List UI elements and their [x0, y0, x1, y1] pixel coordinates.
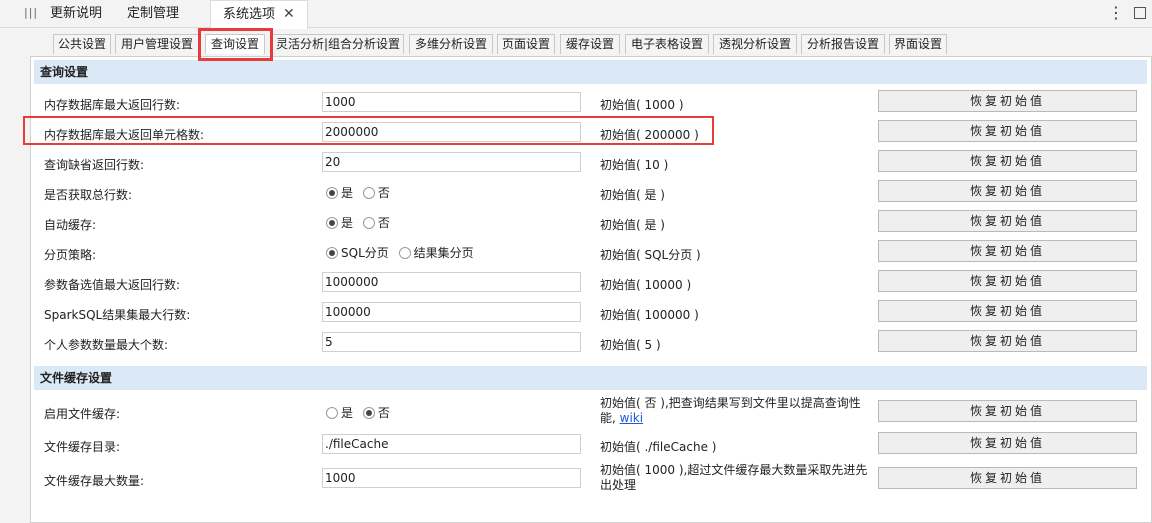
- section-header-file-cache: 文件缓存设置: [34, 366, 1147, 390]
- reset-button[interactable]: 恢复初始值: [878, 300, 1137, 322]
- reset-button[interactable]: 恢复初始值: [878, 330, 1137, 352]
- subtab-common[interactable]: 公共设置: [53, 34, 111, 54]
- subtab-flexible-analysis[interactable]: 灵活分析|组合分析设置: [272, 34, 404, 54]
- highlight-box-row: [23, 116, 714, 145]
- setting-label: 参数备选值最大返回行数:: [44, 278, 181, 292]
- initial-value-text: 初始值( 10000 ): [600, 278, 692, 292]
- setting-label: 文件缓存最大数量:: [44, 474, 145, 488]
- personal-param-max-input[interactable]: 5: [322, 332, 581, 352]
- radio-no[interactable]: [362, 217, 375, 229]
- radio-label: 是: [341, 186, 354, 200]
- tab-system-options[interactable]: 系统选项 ✕: [210, 0, 308, 29]
- setting-row: 文件缓存最大数量: 1000 初始值( 1000 ),超过文件缓存最大数量采取先…: [34, 463, 1147, 493]
- radio-group: SQL分页 结果集分页: [326, 244, 480, 261]
- tab-system-options-label: 系统选项: [223, 7, 276, 22]
- reset-button[interactable]: 恢复初始值: [878, 432, 1137, 454]
- file-cache-dir-input[interactable]: ./fileCache: [322, 434, 581, 454]
- subtab-cache[interactable]: 缓存设置: [560, 34, 620, 54]
- sparksql-max-rows-input[interactable]: 100000: [322, 302, 581, 322]
- radio-group: 是 否: [326, 214, 396, 231]
- setting-label: 内存数据库最大返回行数:: [44, 98, 181, 112]
- setting-label: 分页策略:: [44, 248, 97, 262]
- initial-value-text: 初始值( SQL分页 ): [600, 248, 701, 262]
- setting-row: 内存数据库最大返回行数: 1000 初始值( 1000 ) 恢复初始值: [34, 88, 1147, 118]
- subtab-multidim-analysis[interactable]: 多维分析设置: [409, 34, 493, 54]
- radio-label: 否: [377, 406, 390, 420]
- tab-custom-management[interactable]: 定制管理: [127, 0, 179, 28]
- radio-label: SQL分页: [341, 246, 389, 260]
- reset-button[interactable]: 恢复初始值: [878, 400, 1137, 422]
- reset-button[interactable]: 恢复初始值: [878, 270, 1137, 292]
- setting-row: 是否获取总行数: 是 否 初始值( 是 ) 恢复初始值: [34, 178, 1147, 208]
- radio-label: 结果集分页: [413, 246, 474, 260]
- radio-label: 是: [341, 406, 354, 420]
- radio-no[interactable]: [362, 407, 375, 419]
- setting-label: SparkSQL结果集最大行数:: [44, 308, 191, 322]
- setting-row: 参数备选值最大返回行数: 1000000 初始值( 10000 ) 恢复初始值: [34, 268, 1147, 298]
- reset-button[interactable]: 恢复初始值: [878, 90, 1137, 112]
- subtab-user-management[interactable]: 用户管理设置: [115, 34, 199, 54]
- file-cache-max-input[interactable]: 1000: [322, 468, 581, 488]
- initial-value-text: 初始值( 是 ): [600, 188, 665, 202]
- close-icon[interactable]: ✕: [283, 6, 295, 22]
- subtab-spreadsheet[interactable]: 电子表格设置: [625, 34, 709, 54]
- initial-value-text: 初始值( 100000 ): [600, 308, 699, 322]
- reset-button[interactable]: 恢复初始值: [878, 180, 1137, 202]
- setting-row: 查询缺省返回行数: 20 初始值( 10 ) 恢复初始值: [34, 148, 1147, 178]
- radio-group: 是 否: [326, 184, 396, 201]
- radio-no[interactable]: [362, 187, 375, 199]
- param-max-rows-input[interactable]: 1000000: [322, 272, 581, 292]
- radio-label: 否: [377, 216, 390, 230]
- wiki-link[interactable]: wiki: [620, 411, 643, 425]
- initial-value-text: 初始值( 否 ),把查询结果写到文件里以提高查询性能, wiki: [600, 396, 868, 426]
- reset-button[interactable]: 恢复初始值: [878, 467, 1137, 489]
- setting-label: 启用文件缓存:: [44, 407, 121, 421]
- setting-row: 自动缓存: 是 否 初始值( 是 ) 恢复初始值: [34, 208, 1147, 238]
- initial-value-text: 初始值( ./fileCache ): [600, 440, 717, 454]
- radio-label: 否: [377, 186, 390, 200]
- tab-grip-icon[interactable]: |||: [24, 6, 38, 19]
- subtab-interface[interactable]: 界面设置: [889, 34, 947, 54]
- maximize-icon[interactable]: [1134, 7, 1146, 19]
- tab-update-notes[interactable]: 更新说明: [50, 0, 102, 28]
- setting-row: 个人参数数量最大个数: 5 初始值( 5 ) 恢复初始值: [34, 328, 1147, 358]
- top-tab-bar: ||| 更新说明 定制管理 系统选项 ✕ ⋮: [0, 0, 1152, 29]
- radio-sql-paging[interactable]: [326, 247, 338, 259]
- setting-label: 文件缓存目录:: [44, 440, 121, 454]
- initial-value-text: 初始值( 是 ): [600, 218, 665, 232]
- max-rows-input[interactable]: 1000: [322, 92, 581, 112]
- highlight-box-subtab: [198, 28, 273, 61]
- setting-row: 文件缓存目录: ./fileCache 初始值( ./fileCache ) 恢…: [34, 430, 1147, 460]
- radio-yes[interactable]: [326, 187, 338, 199]
- setting-row: 启用文件缓存: 是 否 初始值( 否 ),把查询结果写到文件里以提高查询性能, …: [34, 396, 1147, 426]
- setting-row: 分页策略: SQL分页 结果集分页 初始值( SQL分页 ) 恢复初始值: [34, 238, 1147, 268]
- radio-resultset-paging[interactable]: [398, 247, 411, 259]
- subtab-analysis-report[interactable]: 分析报告设置: [801, 34, 885, 54]
- initial-value-text: 初始值( 1000 ): [600, 98, 684, 112]
- setting-label: 是否获取总行数:: [44, 188, 133, 202]
- initial-value-text: 初始值( 10 ): [600, 158, 669, 172]
- default-rows-input[interactable]: 20: [322, 152, 581, 172]
- reset-button[interactable]: 恢复初始值: [878, 210, 1137, 232]
- reset-button[interactable]: 恢复初始值: [878, 120, 1137, 142]
- reset-button[interactable]: 恢复初始值: [878, 240, 1137, 262]
- radio-label: 是: [341, 216, 354, 230]
- subtab-pivot-analysis[interactable]: 透视分析设置: [713, 34, 797, 54]
- radio-yes[interactable]: [326, 217, 338, 229]
- setting-label: 查询缺省返回行数:: [44, 158, 145, 172]
- setting-row: SparkSQL结果集最大行数: 100000 初始值( 100000 ) 恢复…: [34, 298, 1147, 328]
- radio-group: 是 否: [326, 404, 396, 421]
- initial-value-text: 初始值( 1000 ),超过文件缓存最大数量采取先进先出处理: [600, 463, 868, 492]
- subtab-page[interactable]: 页面设置: [497, 34, 555, 54]
- setting-label: 个人参数数量最大个数:: [44, 338, 169, 352]
- initial-value-text: 初始值( 5 ): [600, 338, 661, 352]
- setting-label: 自动缓存:: [44, 218, 97, 232]
- reset-button[interactable]: 恢复初始值: [878, 150, 1137, 172]
- more-menu-icon[interactable]: ⋮: [1108, 3, 1124, 22]
- radio-yes[interactable]: [326, 407, 338, 419]
- section-header-query: 查询设置: [34, 60, 1147, 84]
